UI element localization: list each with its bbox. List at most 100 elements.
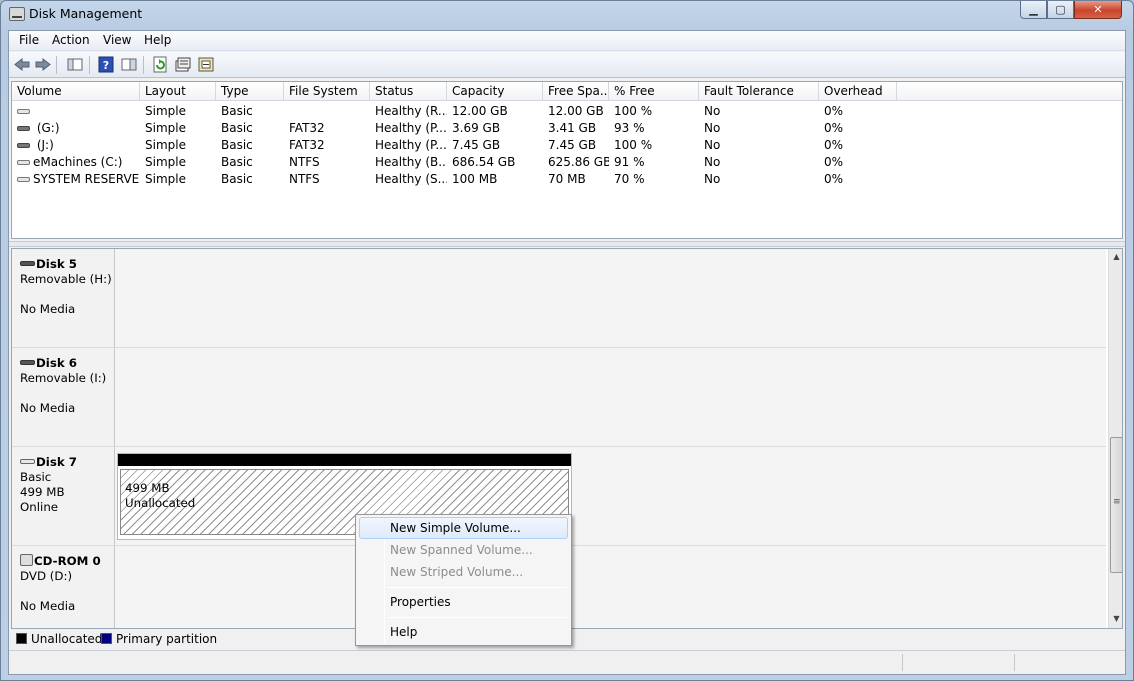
percent-free-cell: 100 %: [614, 138, 653, 152]
free-space-cell: 3.41 GB: [548, 121, 597, 135]
disk-label[interactable]: Disk 5 Removable (H:) No Media: [12, 249, 115, 347]
disk-size: [20, 287, 114, 302]
window-title: Disk Management: [29, 6, 143, 21]
disk-type: Removable (H:): [20, 272, 112, 286]
overhead-cell: 0%: [824, 121, 844, 135]
disk-label[interactable]: CD-ROM 0 DVD (D:) No Media: [12, 546, 115, 628]
menu-item-new-striped-volume[interactable]: New Striped Volume...: [359, 561, 568, 583]
disk-size: 499 MB: [20, 485, 65, 499]
overhead-cell: 0%: [824, 104, 844, 118]
fault-tolerance-cell: No: [704, 104, 721, 118]
partition-header-bar: [118, 454, 571, 466]
disk-label[interactable]: Disk 6 Removable (I:) No Media: [12, 348, 115, 446]
menu-separator: [387, 617, 567, 618]
percent-free-cell: 93 %: [614, 121, 645, 135]
close-button[interactable]: ✕: [1074, 1, 1122, 19]
table-row[interactable]: (J:) Simple Basic FAT32 Healthy (P... 7.…: [12, 137, 1122, 154]
type-cell: Basic: [221, 121, 253, 135]
fault-tolerance-cell: No: [704, 172, 721, 186]
disk-icon: [20, 360, 35, 365]
menu-item-new-simple-volume[interactable]: New Simple Volume...: [359, 517, 568, 539]
table-row[interactable]: eMachines (C:) Simple Basic NTFS Healthy…: [12, 154, 1122, 171]
forward-icon[interactable]: [34, 56, 52, 73]
scroll-thumb[interactable]: [1110, 437, 1122, 573]
scroll-down-icon[interactable]: ▼: [1109, 611, 1122, 627]
disk-status: No Media: [20, 401, 76, 415]
column-header-status[interactable]: Status: [370, 82, 447, 101]
vertical-scrollbar[interactable]: ▲ ▼: [1108, 249, 1122, 628]
properties-icon[interactable]: [174, 56, 192, 73]
column-header-free-space[interactable]: Free Spa...: [543, 82, 609, 101]
column-header-fault-tolerance[interactable]: Fault Tolerance: [699, 82, 819, 101]
layout-cell: Simple: [145, 172, 186, 186]
layout-cell: Simple: [145, 104, 186, 118]
volume-icon: [17, 160, 30, 165]
volume-icon: [17, 143, 30, 148]
file-system-cell: NTFS: [289, 172, 320, 186]
menu-item-new-spanned-volume[interactable]: New Spanned Volume...: [359, 539, 568, 561]
legend-swatch-primary-partition: [101, 633, 112, 644]
layout-cell: Simple: [145, 138, 186, 152]
rescan-disks-icon[interactable]: [197, 56, 215, 73]
title-bar[interactable]: Disk Management ▁ ▢ ✕: [1, 1, 1133, 28]
maximize-button[interactable]: ▢: [1047, 1, 1074, 19]
column-header-percent-free[interactable]: % Free: [609, 82, 699, 101]
back-icon[interactable]: [13, 56, 31, 73]
disk-area: [116, 546, 1106, 628]
type-cell: Basic: [221, 138, 253, 152]
disk-area: [116, 249, 1106, 347]
cd-rom-icon: [20, 554, 33, 566]
file-system-cell: FAT32: [289, 138, 325, 152]
capacity-cell: 686.54 GB: [452, 155, 516, 169]
disk-row[interactable]: Disk 6 Removable (I:) No Media: [12, 348, 1106, 447]
refresh-icon[interactable]: [151, 56, 169, 73]
volume-name: eMachines (C:): [33, 155, 123, 169]
type-cell: Basic: [221, 104, 253, 118]
menu-help[interactable]: Help: [144, 33, 171, 47]
volume-name: SYSTEM RESERVED: [33, 172, 140, 186]
menu-item-help[interactable]: Help: [359, 621, 568, 643]
help-icon[interactable]: ?: [97, 56, 115, 73]
column-header-type[interactable]: Type: [216, 82, 284, 101]
disk-status: No Media: [20, 599, 76, 613]
disk-status: No Media: [20, 302, 76, 316]
table-row[interactable]: Simple Basic Healthy (R... 12.00 GB 12.0…: [12, 103, 1122, 120]
menu-item-properties[interactable]: Properties: [359, 591, 568, 613]
context-menu: New Simple Volume... New Spanned Volume.…: [355, 514, 572, 646]
show-hide-action-pane-icon[interactable]: [120, 56, 138, 73]
status-bar: [9, 650, 1125, 674]
disk-icon: [20, 261, 35, 266]
disk-icon: [20, 459, 35, 464]
toolbar-separator: [143, 56, 144, 74]
table-row[interactable]: (G:) Simple Basic FAT32 Healthy (P... 3.…: [12, 120, 1122, 137]
overhead-cell: 0%: [824, 155, 844, 169]
menu-view[interactable]: View: [103, 33, 131, 47]
menu-file[interactable]: File: [19, 33, 39, 47]
legend-label-primary-partition: Primary partition: [116, 632, 218, 646]
column-header-layout[interactable]: Layout: [140, 82, 216, 101]
volume-cell: SYSTEM RESERVED: [12, 171, 140, 188]
disk-row[interactable]: Disk 5 Removable (H:) No Media: [12, 249, 1106, 348]
disk-management-app-icon[interactable]: [9, 7, 25, 21]
capacity-cell: 12.00 GB: [452, 104, 508, 118]
column-header-capacity[interactable]: Capacity: [447, 82, 543, 101]
volume-list: Volume Layout Type File System Status Ca…: [11, 81, 1123, 239]
scroll-up-icon[interactable]: ▲: [1109, 249, 1122, 265]
column-header-overhead[interactable]: Overhead: [819, 82, 897, 101]
status-bar-divider: [902, 654, 903, 671]
minimize-button[interactable]: ▁: [1020, 1, 1047, 19]
column-header-file-system[interactable]: File System: [284, 82, 370, 101]
column-header-volume[interactable]: Volume: [12, 82, 140, 101]
svg-text:?: ?: [103, 59, 109, 72]
menu-action[interactable]: Action: [52, 33, 90, 47]
show-hide-console-tree-icon[interactable]: [66, 56, 84, 73]
table-row[interactable]: SYSTEM RESERVED Simple Basic NTFS Health…: [12, 171, 1122, 188]
overhead-cell: 0%: [824, 172, 844, 186]
volume-cell: eMachines (C:): [12, 154, 140, 171]
pane-splitter[interactable]: [9, 241, 1125, 247]
disk-label[interactable]: Disk 7 Basic 499 MB Online: [12, 447, 115, 545]
volume-icon: [17, 177, 30, 182]
legend-swatch-unallocated: [16, 633, 27, 644]
percent-free-cell: 70 %: [614, 172, 645, 186]
percent-free-cell: 91 %: [614, 155, 645, 169]
